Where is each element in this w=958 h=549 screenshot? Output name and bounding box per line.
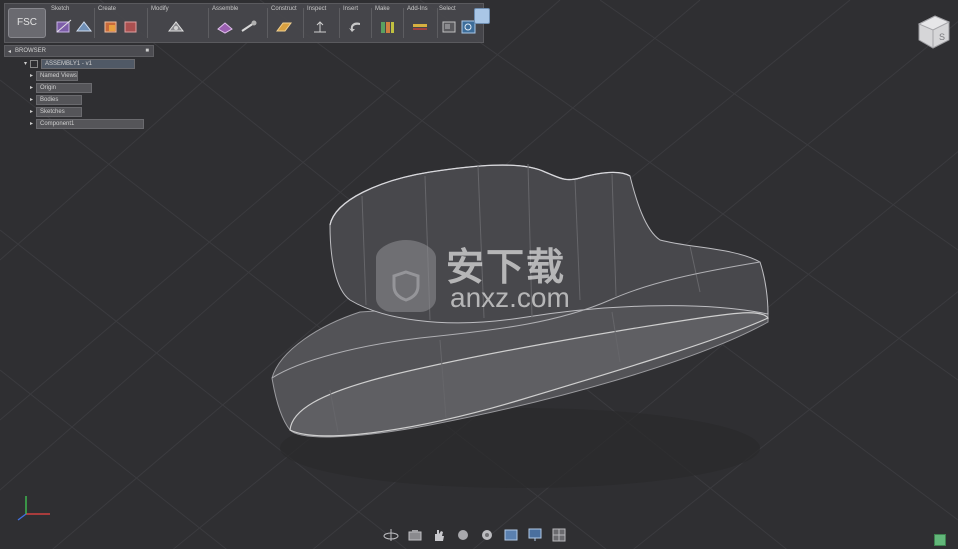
root-component-label[interactable]: ASSEMBLY1 - v1 [41, 58, 136, 69]
toolbar-group-construct[interactable]: Construct [271, 4, 301, 42]
toolbar-group-make[interactable]: Make [375, 4, 401, 42]
box-icon[interactable] [120, 17, 142, 37]
browser-item-label[interactable]: Bodies [36, 94, 83, 105]
visibility-icon[interactable] [30, 59, 39, 68]
toolbar-group-select[interactable]: Select [439, 4, 476, 42]
toolbar-divider [437, 8, 438, 38]
make-icon[interactable] [376, 17, 398, 37]
display-settings-icon[interactable] [502, 526, 520, 544]
group-label: Insert [343, 6, 359, 12]
group-label: Sketch [51, 6, 70, 12]
group-label: Assemble [212, 6, 239, 12]
browser-item-row[interactable]: ▸ Component1 [30, 118, 145, 129]
group-label: Modify [151, 6, 169, 12]
insert-icon[interactable] [344, 17, 366, 37]
group-label: Inspect [307, 6, 327, 12]
select-icon[interactable] [439, 17, 461, 37]
orbit-icon[interactable] [382, 526, 400, 544]
joint-icon[interactable] [238, 17, 260, 37]
navigation-bar [382, 524, 572, 546]
pin-icon[interactable]: ■ [145, 48, 149, 54]
axis-triad [17, 496, 50, 521]
workspace-monitor-icon[interactable] [474, 8, 490, 24]
browser-item-label[interactable]: Named Views [36, 70, 79, 81]
viewports-icon[interactable] [550, 526, 568, 544]
expand-arrow-icon[interactable]: ▸ [30, 72, 33, 79]
browser-panel: ◂ BROWSER ■ ▾ ASSEMBLY1 - v1 ▸ Named Vie… [4, 45, 154, 129]
toolbar-divider [339, 8, 340, 38]
construct-icon[interactable] [273, 17, 295, 37]
toolbar-group-addins[interactable]: Add-Ins [407, 4, 435, 42]
group-label: Select [439, 6, 456, 12]
browser-root-row[interactable]: ▾ ASSEMBLY1 - v1 [24, 58, 136, 69]
inspect-icon[interactable] [309, 17, 331, 37]
toolbar-divider [371, 8, 372, 38]
expand-arrow-icon[interactable]: ▸ [30, 96, 33, 103]
browser-item-row[interactable]: ▸ Named Views [30, 70, 79, 81]
toolbar-divider [208, 8, 209, 38]
collapse-icon[interactable]: ◂ [8, 48, 11, 55]
expand-arrow-icon[interactable]: ▸ [30, 108, 33, 115]
browser-item-label[interactable]: Sketches [36, 106, 83, 117]
watermark-latin-text: anxz.com [450, 282, 570, 313]
toolbar-divider [94, 8, 95, 38]
group-label: Add-Ins [407, 6, 428, 12]
create-icon[interactable] [100, 17, 122, 37]
toolbar-group-modify[interactable]: Modify [151, 4, 205, 42]
browser-title: BROWSER [15, 48, 47, 54]
app-menu-button[interactable]: FSC [8, 8, 46, 38]
toolbar-divider [303, 8, 304, 38]
look-at-icon[interactable] [406, 526, 424, 544]
toolbar-group-sketch[interactable]: Sketch [51, 4, 93, 42]
sketch-icon[interactable] [53, 17, 75, 37]
group-label: Construct [271, 6, 297, 12]
toolbar-group-create[interactable]: Create [98, 4, 144, 42]
assemble-icon[interactable] [214, 17, 236, 37]
pan-icon[interactable] [430, 526, 448, 544]
main-toolbar: FSC Sketch Create Modify Assemble Constr… [4, 3, 490, 43]
group-label: Create [98, 6, 117, 12]
modify-icon[interactable] [165, 17, 187, 37]
zoom-icon[interactable] [454, 526, 472, 544]
view-cube[interactable]: S [915, 12, 953, 50]
sketch-line-icon[interactable] [73, 17, 95, 37]
status-indicator-icon[interactable] [934, 534, 946, 546]
browser-item-row[interactable]: ▸ Bodies [30, 94, 83, 105]
fit-icon[interactable] [478, 526, 496, 544]
3d-viewport[interactable]: FSC Sketch Create Modify Assemble Constr… [0, 0, 958, 549]
toolbar-group-insert[interactable]: Insert [343, 4, 369, 42]
browser-item-label[interactable]: Component1 [36, 118, 145, 129]
view-cube-face-label: S [939, 32, 945, 42]
watermark: 安下载 anxz.com [370, 234, 592, 316]
expand-arrow-icon[interactable]: ▸ [30, 84, 33, 91]
expand-arrow-icon[interactable]: ▾ [24, 60, 27, 67]
group-label: Make [375, 6, 390, 12]
toolbar-group-inspect[interactable]: Inspect [307, 4, 337, 42]
toolbar-group-assemble[interactable]: Assemble [212, 4, 264, 42]
browser-header[interactable]: ◂ BROWSER ■ [4, 45, 154, 57]
toolbar-divider [267, 8, 268, 38]
browser-item-label[interactable]: Origin [36, 82, 93, 93]
browser-item-row[interactable]: ▸ Origin [30, 82, 93, 93]
toolbar-divider [403, 8, 404, 38]
grid-settings-icon[interactable] [526, 526, 544, 544]
shield-bag-icon [376, 240, 436, 312]
expand-arrow-icon[interactable]: ▸ [30, 120, 33, 127]
browser-item-row[interactable]: ▸ Sketches [30, 106, 83, 117]
addins-icon[interactable] [409, 17, 431, 37]
toolbar-divider [147, 8, 148, 38]
